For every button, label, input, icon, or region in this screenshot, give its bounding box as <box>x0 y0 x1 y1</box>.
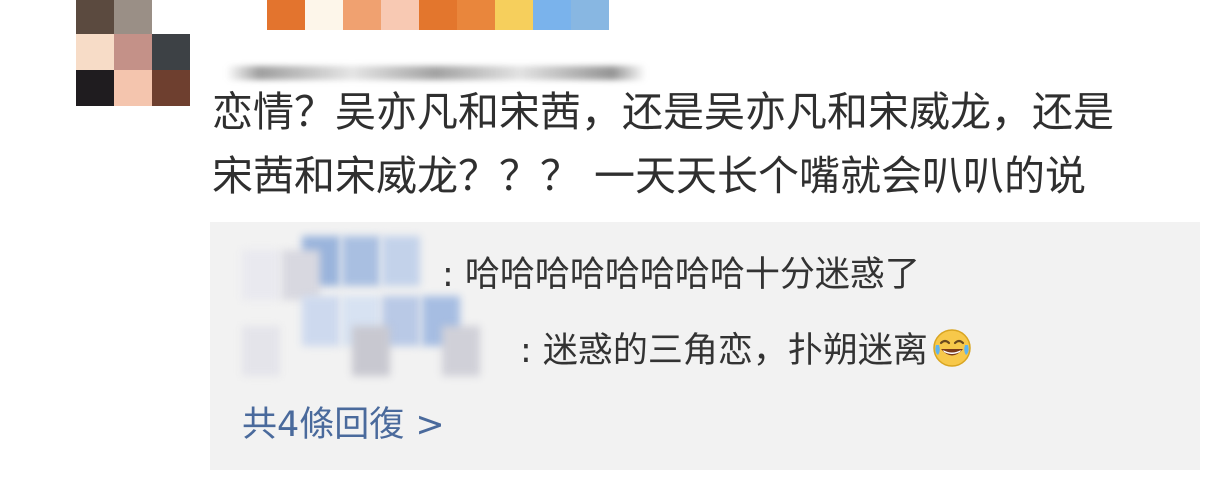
avatar-pixel <box>152 34 190 70</box>
commenter-avatar[interactable] <box>76 0 190 106</box>
reply-author-blurred[interactable] <box>242 296 520 376</box>
name-pixel <box>533 0 571 30</box>
comment-line-2: 宋茜和宋威龙？？？ 一天天长个嘴就会叭叭的说 <box>212 152 1087 200</box>
avatar-pixel <box>152 70 190 106</box>
name-pixel <box>495 0 533 30</box>
replies-panel: : 哈哈哈哈哈哈哈哈十分迷惑了 : 迷惑的三角恋，扑朔迷离 共4條回復 > <box>210 222 1200 470</box>
comment-line-1: 恋情？吴亦凡和宋茜，还是吴亦凡和宋威龙，还是 <box>212 88 1114 136</box>
name-pixel <box>381 0 419 30</box>
avatar-pixel <box>114 34 152 70</box>
name-pixel <box>267 0 305 30</box>
reply-author-blurred[interactable] <box>242 236 442 300</box>
avatar-pixel <box>114 70 152 106</box>
name-pixel <box>343 0 381 30</box>
reply-item[interactable]: : 哈哈哈哈哈哈哈哈十分迷惑了 <box>242 236 920 300</box>
reply-item[interactable]: : 迷惑的三角恋，扑朔迷离 <box>242 296 972 376</box>
view-more-replies-link[interactable]: 共4條回復 > <box>242 400 445 450</box>
commenter-name-blurred[interactable] <box>267 0 609 30</box>
avatar-pixel <box>76 0 114 34</box>
blurred-metadata <box>226 66 646 80</box>
reply-text: : 迷惑的三角恋，扑朔迷离 <box>520 331 928 371</box>
name-pixel <box>305 0 343 30</box>
avatar-pixel <box>76 70 114 106</box>
comment-body: 恋情？吴亦凡和宋茜，还是吴亦凡和宋威龙，还是 宋茜和宋威龙？？？ 一天天长个嘴就… <box>212 80 1212 208</box>
name-pixel <box>571 0 609 30</box>
laughing-tears-icon <box>932 328 972 368</box>
avatar-pixel <box>114 0 152 34</box>
avatar-pixel <box>152 0 190 34</box>
name-pixel <box>419 0 457 30</box>
avatar-pixel <box>76 34 114 70</box>
name-pixel <box>457 0 495 30</box>
reply-text: : 哈哈哈哈哈哈哈哈十分迷惑了 <box>442 255 920 295</box>
